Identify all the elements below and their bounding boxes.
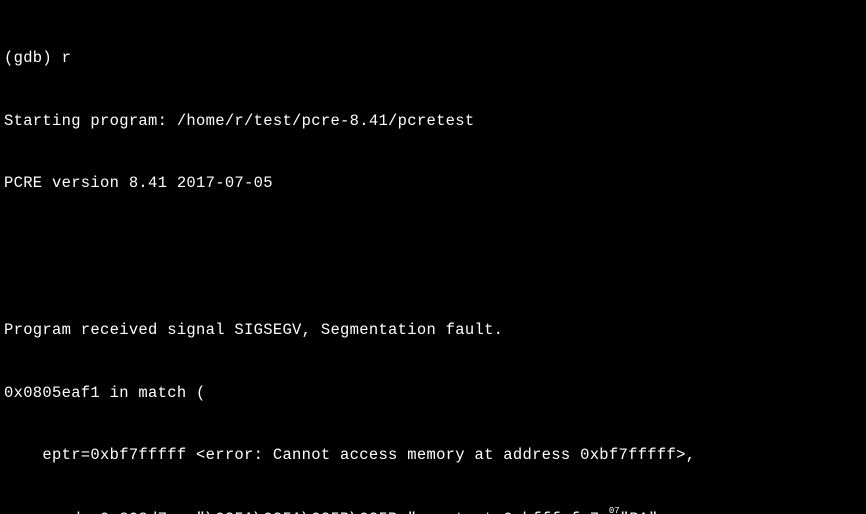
starting-program: Starting program: /home/r/test/pcre-8.41… (4, 111, 862, 132)
pcre-version: PCRE version 8.41 2017-07-05 (4, 173, 862, 194)
subscript-icon: 0728 (609, 506, 620, 514)
frame-args: eptr=0xbf7fffff <error: Cannot access me… (4, 445, 862, 466)
frame-args: ecode=0x808d7ce "\035A\035A\035B\035Bx",… (4, 508, 862, 514)
gdb-terminal[interactable]: (gdb) r Starting program: /home/r/test/p… (0, 0, 866, 514)
gdb-prompt-run: (gdb) r (4, 48, 862, 69)
frame-location: 0x0805eaf1 in match ( (4, 383, 862, 404)
signal-message: Program received signal SIGSEGV, Segment… (4, 320, 862, 341)
